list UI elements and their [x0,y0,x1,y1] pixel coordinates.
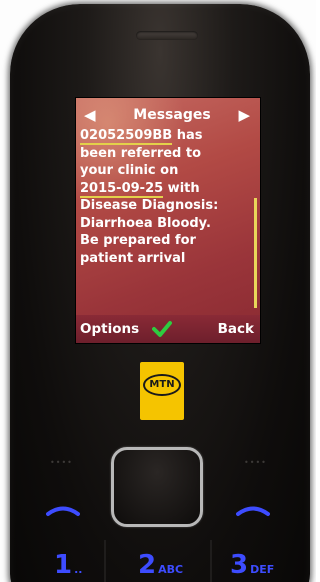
back-softkey[interactable]: Back [218,320,254,338]
key-1[interactable]: 1.. [54,550,82,580]
photo-frame: ◀ Messages ▶ 02052509BB has been referre… [0,0,316,582]
message-line-1: 02052509BB has [80,127,250,145]
mtn-logo: MTN [140,362,184,420]
key-2-number: 2 [138,550,157,580]
next-arrow-icon[interactable]: ▶ [238,107,250,123]
message-line-4: 2015-09-25 with [80,180,250,198]
message-line-8: patient arrival [80,250,186,266]
message-line-6: Diarrhoea Bloody. [80,215,211,231]
key-3-letters: DEF [250,563,275,576]
key-3-number: 3 [230,550,249,580]
message-line-3: your clinic on [80,163,179,178]
message-line-2: been referred to [80,145,202,161]
key-1-number: 1 [54,550,73,580]
navigation-key[interactable] [111,447,203,527]
phone-screen: ◀ Messages ▶ 02052509BB has been referre… [75,97,261,344]
message-line-4-rest: with [163,180,200,196]
message-line-7: Be prepared for [80,233,196,248]
title-bar: ◀ Messages ▶ [76,106,260,126]
screen-title: Messages [133,107,211,123]
key-1-letters: .. [74,563,83,576]
key-divider [210,540,212,582]
left-softkey-dots: •••• [50,458,73,467]
call-end-icon[interactable] [236,505,270,517]
key-3[interactable]: 3 DEF [230,550,274,580]
call-answer-icon[interactable] [46,505,80,517]
message-line-5: Disease Diagnosis: [80,198,219,213]
mtn-logo-oval: MTN [143,374,181,396]
right-softkey-dots: •••• [244,458,267,467]
key-2-letters: ABC [158,563,184,576]
key-divider [104,540,106,582]
softkey-bar: Options Back [76,315,260,343]
message-body: 02052509BB has been referred to your cli… [80,127,250,267]
message-line-1-rest: has [172,128,203,143]
check-mark-icon[interactable] [152,320,172,338]
key-2[interactable]: 2 ABC [138,550,183,580]
earpiece-speaker [136,31,198,40]
patient-id-link[interactable]: 02052509BB [80,128,173,145]
referral-date-link[interactable]: 2015-09-25 [80,180,164,198]
message-scrollbar[interactable] [254,198,257,308]
options-softkey[interactable]: Options [80,320,139,338]
